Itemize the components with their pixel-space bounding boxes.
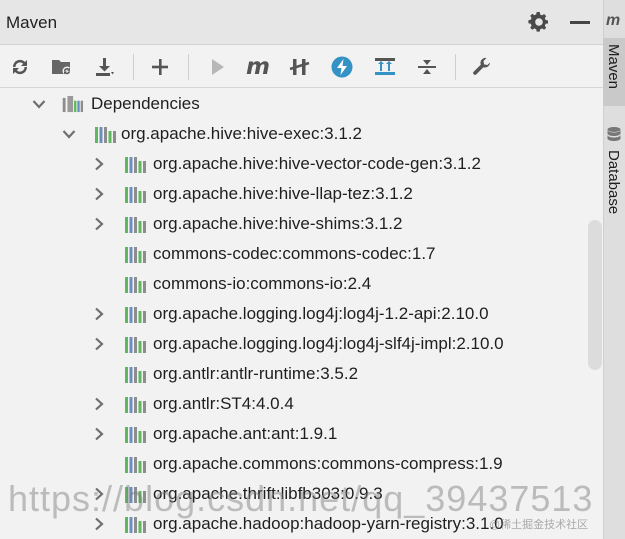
tree-label: org.apache.hive:hive-exec:3.1.2	[121, 124, 362, 143]
tree-node-child[interactable]: commons-codec:commons-codec:1.7	[0, 239, 603, 269]
tree-label: org.apache.hive:hive-llap-tez:3.1.2	[153, 184, 413, 203]
maven-toolbar: m	[0, 46, 603, 88]
library-icon	[125, 217, 146, 233]
tree-node-child[interactable]: org.apache.hive:hive-vector-code-gen:3.1…	[0, 149, 603, 179]
tree-label: commons-codec:commons-codec:1.7	[153, 244, 436, 263]
skip-tests-icon[interactable]	[328, 53, 356, 81]
maven-tool-window: Maven m Dependencies org.apache.hive:hiv…	[0, 0, 603, 539]
vertical-scrollbar[interactable]	[588, 220, 602, 370]
tree-label: org.apache.commons:commons-compress:1.9	[153, 454, 503, 473]
library-icon	[125, 427, 146, 443]
run-icon[interactable]	[203, 53, 231, 81]
chevron-right-icon[interactable]	[92, 187, 106, 201]
side-tab-maven-label[interactable]: Maven	[605, 44, 622, 89]
wrench-icon[interactable]	[468, 53, 496, 81]
library-icon	[125, 157, 146, 173]
reload-icon[interactable]	[6, 53, 34, 81]
chevron-right-icon[interactable]	[92, 307, 106, 321]
gear-icon[interactable]	[527, 10, 551, 34]
watermark-site: @稀土掘金技术社区	[489, 519, 589, 531]
tree-label: org.antlr:ST4:4.0.4	[153, 394, 294, 413]
tree-label: org.apache.hive:hive-vector-code-gen:3.1…	[153, 154, 481, 173]
chevron-right-icon[interactable]	[92, 337, 106, 351]
library-icon	[125, 277, 146, 293]
generate-sources-icon[interactable]	[48, 53, 76, 81]
download-icon[interactable]	[91, 53, 119, 81]
tree-node-child[interactable]: org.apache.hive:hive-llap-tez:3.1.2	[0, 179, 603, 209]
toolbar-separator	[133, 54, 134, 80]
chevron-right-icon[interactable]	[92, 217, 106, 231]
chevron-right-icon[interactable]	[92, 397, 106, 411]
side-tab-database-label[interactable]: Database	[605, 150, 622, 214]
tree-node-child[interactable]: org.antlr:ST4:4.0.4	[0, 389, 603, 419]
toolbar-separator	[455, 54, 456, 80]
maven-m-icon[interactable]: m	[244, 53, 272, 81]
tree-label: org.apache.logging.log4j:log4j-slf4j-imp…	[153, 334, 504, 353]
database-icon	[607, 127, 621, 141]
library-icon	[125, 307, 146, 323]
tree-node-child[interactable]: commons-io:commons-io:2.4	[0, 269, 603, 299]
chevron-down-icon[interactable]	[62, 127, 76, 141]
maven-logo-icon: m	[606, 12, 621, 29]
tree-node-child[interactable]: org.apache.logging.log4j:log4j-slf4j-imp…	[0, 329, 603, 359]
library-icon	[125, 247, 146, 263]
dependencies-folder-icon	[62, 96, 84, 113]
library-icon	[125, 187, 146, 203]
tree-label: org.apache.ant:ant:1.9.1	[153, 424, 338, 443]
tree-node-root[interactable]: org.apache.hive:hive-exec:3.1.2	[0, 119, 603, 149]
tree-label: commons-io:commons-io:2.4	[153, 274, 372, 293]
tree-label: org.apache.hive:hive-shims:3.1.2	[153, 214, 403, 233]
show-dependencies-icon[interactable]	[371, 53, 399, 81]
tree-node-dependencies[interactable]: Dependencies	[0, 89, 603, 119]
plus-icon[interactable]	[146, 53, 174, 81]
toolbar-separator	[188, 54, 189, 80]
library-icon	[125, 397, 146, 413]
tree-node-child[interactable]: org.apache.logging.log4j:log4j-1.2-api:2…	[0, 299, 603, 329]
library-icon	[95, 127, 116, 143]
minimize-icon[interactable]	[570, 21, 590, 24]
collapse-all-icon[interactable]	[413, 53, 441, 81]
chevron-right-icon[interactable]	[92, 427, 106, 441]
offline-mode-icon[interactable]	[286, 53, 314, 81]
tree-node-child[interactable]: org.apache.ant:ant:1.9.1	[0, 419, 603, 449]
chevron-down-icon[interactable]	[32, 97, 46, 111]
watermark-url: https://blog.csdn.net/qq_39437513	[8, 478, 594, 519]
tree-node-child[interactable]: org.apache.commons:commons-compress:1.9	[0, 449, 603, 479]
tree-label: org.antlr:antlr-runtime:3.5.2	[153, 364, 359, 383]
tree-node-child[interactable]: org.antlr:antlr-runtime:3.5.2	[0, 359, 603, 389]
tool-window-title: Maven	[6, 13, 58, 32]
chevron-right-icon[interactable]	[92, 157, 106, 171]
tree-label: Dependencies	[91, 94, 200, 113]
tree-label: org.apache.logging.log4j:log4j-1.2-api:2…	[153, 304, 489, 323]
library-icon	[125, 457, 146, 473]
tool-window-header: Maven	[0, 0, 603, 45]
library-icon	[125, 367, 146, 383]
dependency-tree: Dependencies org.apache.hive:hive-exec:3…	[0, 89, 603, 539]
library-icon	[125, 337, 146, 353]
tree-node-child[interactable]: org.apache.hive:hive-shims:3.1.2	[0, 209, 603, 239]
